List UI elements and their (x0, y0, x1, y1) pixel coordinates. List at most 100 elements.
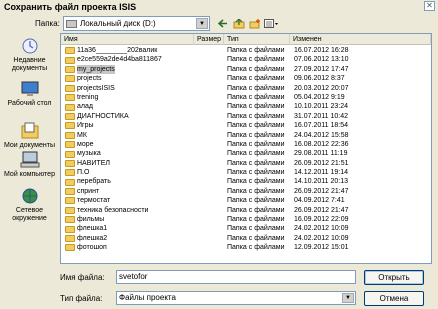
file-date: 26.09.2012 21:47 (294, 206, 349, 214)
file-row[interactable]: флешка2 Папка с файлами 24.02.2012 10:09 (61, 234, 431, 243)
recent-documents-icon (20, 37, 40, 55)
place-my-documents[interactable]: Мои документы (2, 122, 57, 150)
file-row[interactable]: projectsISIS Папка с файлами 20.03.2012 20… (61, 84, 431, 93)
place-recent-documents[interactable]: Недавние документы (2, 37, 57, 73)
file-type: Папка с файлами (227, 47, 285, 54)
places-bar: Недавние документы Рабочий стол Мои доку… (2, 33, 57, 264)
folder-icon (65, 235, 75, 243)
folder-icon (65, 75, 75, 83)
look-in-row: Папка: Локальный диск (D:) ▼ (0, 16, 438, 32)
file-type: Папка с файлами (227, 225, 285, 233)
filetype-label: Тип файла: (60, 294, 103, 303)
chevron-down-icon[interactable]: ▼ (342, 293, 354, 303)
file-type: Папка с файлами (227, 197, 285, 205)
column-header-type[interactable]: Тип (224, 34, 290, 45)
file-type: Папка с файлами (227, 150, 285, 158)
file-type: Папка с файлами (227, 103, 285, 111)
file-date: 20.03.2012 20:07 (294, 84, 349, 92)
up-folder-icon[interactable] (232, 17, 246, 30)
file-name-cell: МК (65, 131, 87, 140)
file-date: 24.04.2012 15:58 (294, 131, 349, 139)
file-row[interactable]: фотошоп Папка с файлами 12.09.2012 15:01 (61, 243, 431, 252)
column-header-name[interactable]: Имя (61, 34, 194, 45)
folder-icon (65, 206, 75, 214)
title-bar: Сохранить файл проекта ISIS ✕ (0, 0, 438, 13)
file-type: Папка с файлами (227, 159, 285, 167)
file-type: Папка с файлами (227, 140, 285, 148)
place-my-computer[interactable]: Мой компьютер (2, 151, 57, 179)
place-network[interactable]: Сетевое окружение (2, 187, 57, 223)
place-desktop[interactable]: Рабочий стол (2, 80, 57, 108)
cancel-button[interactable]: Отмена (364, 291, 424, 306)
back-arrow-icon[interactable] (216, 17, 230, 30)
file-date: 16.08.2012 22:36 (294, 140, 349, 148)
filetype-value: Файлы проекта (119, 293, 176, 302)
file-row[interactable]: перебрать Папка с файлами 14.10.2011 20:13 (61, 177, 431, 186)
file-name-cell: фотошоп (65, 243, 107, 252)
file-row[interactable]: Игры Папка с файлами 16.07.2011 18:54 (61, 121, 431, 130)
file-row[interactable]: ДИАГНОСТИКА Папка с файлами 31.07.2011 10:… (61, 112, 431, 121)
file-name-cell: П.О (65, 168, 89, 177)
file-row[interactable]: фильмы Папка с файлами 16.09.2012 22:09 (61, 215, 431, 224)
file-row[interactable]: спринт Папка с файлами 26.09.2012 21:47 (61, 187, 431, 196)
file-row[interactable]: алад Папка с файлами 10.10.2011 23:24 (61, 102, 431, 111)
open-button[interactable]: Открыть (364, 270, 424, 285)
file-type: Папка с файлами (227, 178, 285, 186)
file-row[interactable]: trening Папка с файлами 05.04.2012 9:19 (61, 93, 431, 102)
file-row[interactable]: море Папка с файлами 16.08.2012 22:36 (61, 140, 431, 149)
file-row[interactable]: П.О Папка с файлами 14.12.2011 19:14 (61, 168, 431, 177)
column-header-size[interactable]: Размер (194, 34, 224, 45)
file-name: projectsISIS (77, 84, 115, 92)
file-name: фотошоп (77, 244, 107, 252)
file-rows: 11a36________202валик Папка с файлами 16.0… (61, 46, 431, 253)
file-name: алад (77, 103, 93, 111)
file-name: projects (77, 75, 102, 83)
file-name: море (77, 140, 94, 148)
place-label: Сетевое окружение (12, 207, 47, 222)
file-row[interactable]: НАВИТЕЛ Папка с файлами 26.09.2012 21:51 (61, 159, 431, 168)
file-type: Папка с файлами (227, 65, 285, 73)
views-menu-icon[interactable] (263, 17, 280, 30)
filename-label: Имя файла: (60, 273, 105, 282)
chevron-down-icon[interactable]: ▼ (196, 18, 208, 29)
file-name-cell: trening (65, 93, 98, 102)
file-date: 24.02.2012 10:09 (294, 234, 349, 242)
file-date: 16.07.2012 16:28 (294, 47, 349, 54)
folder-icon (65, 122, 75, 130)
file-name-cell: море (65, 140, 94, 149)
file-date: 29.08.2011 11:19 (294, 150, 348, 158)
file-row[interactable]: 11a36________202валик Папка с файлами 16.0… (61, 46, 431, 55)
file-name: фильмы (77, 216, 105, 224)
file-row[interactable]: техника безопасности Папка с файлами 26.09… (61, 206, 431, 215)
file-row[interactable]: projects Папка с файлами 09.06.2012 8:37 (61, 74, 431, 83)
file-row[interactable]: музыка Папка с файлами 29.08.2011 11:19 (61, 149, 431, 158)
window-title: Сохранить файл проекта ISIS (4, 1, 137, 12)
file-name: 11a36________202валик (77, 47, 158, 54)
file-row[interactable]: e2ce559a2de4d4ba811867 Папка с файлами 07.… (61, 55, 431, 64)
file-name-cell: фильмы (65, 215, 104, 224)
place-label: Мой компьютер (4, 171, 55, 178)
file-row[interactable]: my_projects Папка с файлами 27.09.2012 17:… (61, 64, 431, 75)
file-type: Папка с файлами (227, 84, 285, 92)
folder-icon (65, 244, 75, 252)
new-folder-icon[interactable] (248, 17, 262, 30)
file-name: ДИАГНОСТИКА (77, 112, 129, 120)
file-date: 16.09.2012 22:09 (294, 216, 349, 224)
close-button[interactable]: ✕ (424, 1, 435, 11)
file-name: trening (77, 93, 99, 101)
folder-icon (65, 216, 75, 224)
column-header-date[interactable]: Изменен (290, 34, 431, 45)
folder-icon (65, 56, 75, 64)
file-name-cell: НАВИТЕЛ (65, 159, 110, 168)
file-row[interactable]: флешка1 Папка с файлами 24.02.2012 10:09 (61, 224, 431, 233)
file-row[interactable]: МК Папка с файлами 24.04.2012 15:58 (61, 131, 431, 140)
filetype-dropdown[interactable]: Файлы проекта ▼ (116, 291, 356, 305)
filename-input[interactable]: svetofor (116, 270, 356, 284)
look-in-dropdown[interactable]: Локальный диск (D:) ▼ (63, 16, 210, 31)
file-row[interactable]: термостат Папка с файлами 04.09.2012 7:41 (61, 196, 431, 205)
file-date: 31.07.2011 10:42 (294, 112, 348, 120)
file-type: Папка с файлами (227, 122, 285, 130)
place-label: Мои документы (3, 142, 55, 149)
file-list[interactable]: Имя Размер Тип Изменен 11a36________202в… (60, 33, 432, 264)
file-date: 14.10.2011 20:13 (294, 178, 348, 186)
